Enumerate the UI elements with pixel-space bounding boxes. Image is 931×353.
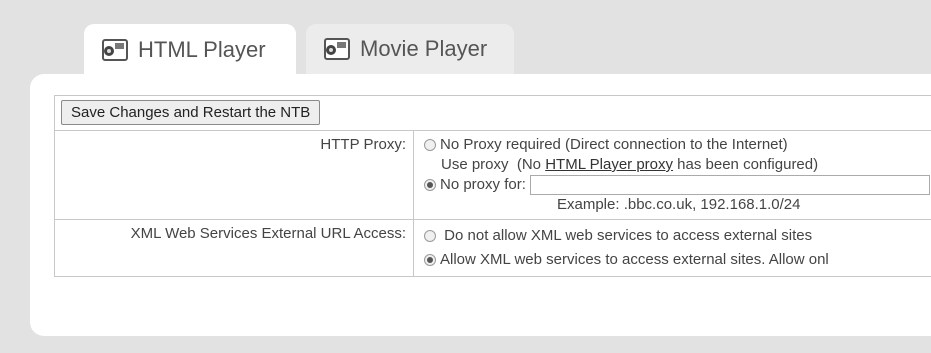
tab-label: HTML Player: [138, 37, 266, 62]
player-window-icon: [102, 39, 128, 61]
tab-movie-player[interactable]: Movie Player: [306, 24, 514, 74]
option-no-proxy-required[interactable]: No Proxy required (Direct connection to …: [424, 135, 931, 155]
tab-label: Movie Player: [360, 36, 488, 61]
radio-no-proxy-required[interactable]: [424, 139, 436, 152]
option-disallow-external[interactable]: Do not allow XML web services to access …: [424, 224, 931, 248]
player-window-icon: [324, 38, 350, 60]
settings-table: Save Changes and Restart the NTB HTTP Pr…: [54, 95, 931, 278]
option-label: Do not allow XML web services to access …: [444, 227, 813, 245]
option-no-proxy-for[interactable]: No proxy for:: [424, 175, 931, 196]
use-proxy-prefix: Use proxy (No: [441, 156, 546, 173]
radio-allow-external[interactable]: [424, 254, 436, 267]
xml-access-label: XML Web Services External URL Access:: [54, 219, 414, 278]
proxy-example-text: Example: .bbc.co.uk, 192.168.1.0/24: [557, 196, 801, 214]
xml-access-options: Do not allow XML web services to access …: [413, 219, 931, 278]
option-label: Allow XML web services to access externa…: [440, 251, 829, 269]
html-player-proxy-link[interactable]: HTML Player proxy: [545, 156, 673, 173]
tab-html-player[interactable]: HTML Player: [84, 24, 296, 76]
save-restart-button[interactable]: Save Changes and Restart the NTB: [61, 100, 321, 125]
no-proxy-for-input[interactable]: [530, 175, 931, 196]
option-allow-external[interactable]: Allow XML web services to access externa…: [424, 248, 931, 272]
use-proxy-suffix: has been configured): [673, 156, 819, 173]
option-label: No proxy for:: [440, 176, 526, 193]
http-proxy-label: HTTP Proxy:: [54, 129, 414, 221]
option-label: No Proxy required (Direct connection to …: [440, 136, 788, 153]
option-use-proxy: Use proxy (No HTML Player proxy has been…: [424, 155, 931, 175]
radio-no-proxy-for[interactable]: [424, 179, 436, 192]
http-proxy-options: No Proxy required (Direct connection to …: [413, 129, 931, 221]
toolbar-cell: Save Changes and Restart the NTB: [54, 95, 931, 131]
radio-disallow-external[interactable]: [424, 230, 436, 243]
